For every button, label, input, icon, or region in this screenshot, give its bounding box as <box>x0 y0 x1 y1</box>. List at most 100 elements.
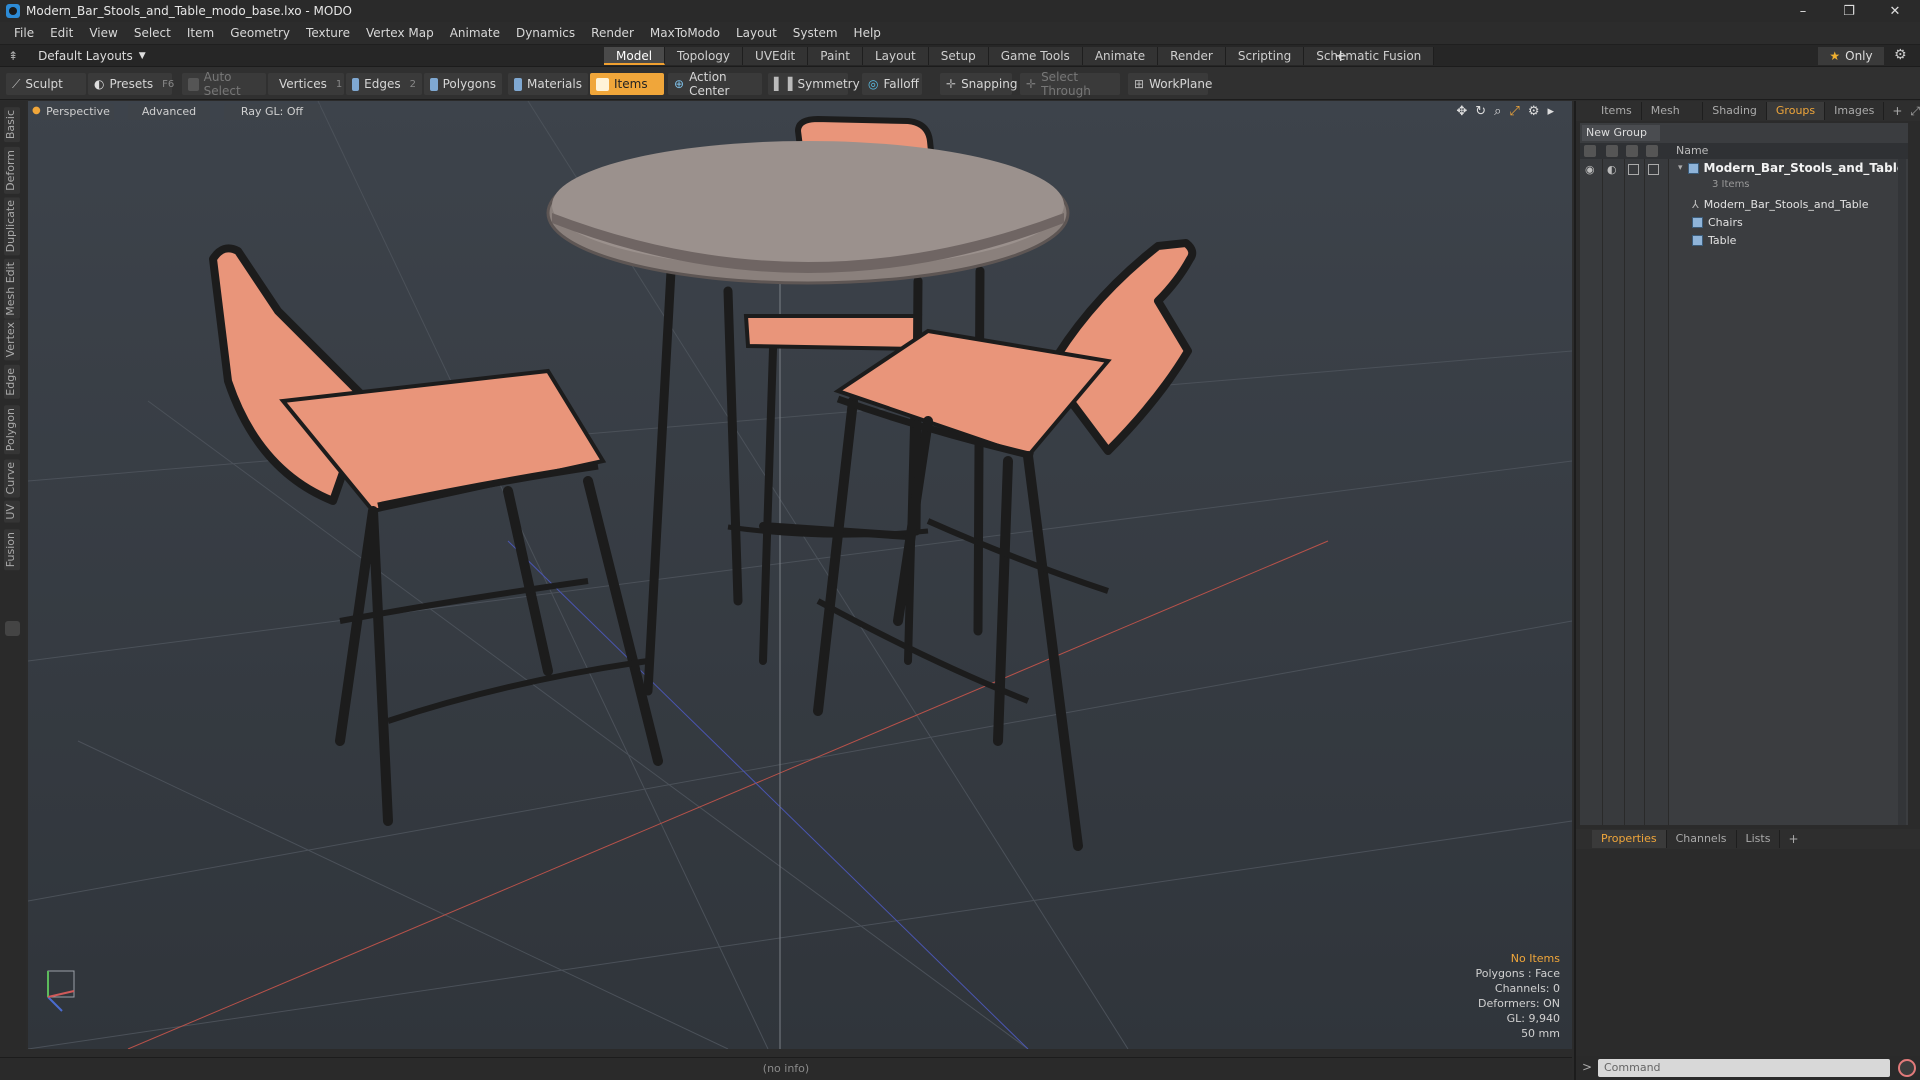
right-panel-tabs: Items Mesh ... Shading Groups Images + ⤢ <box>1576 101 1920 135</box>
tab-setup[interactable]: Setup <box>928 47 989 65</box>
tree-row-locator[interactable]: ⅄ Modern_Bar_Stools_and_Table <box>1692 195 1869 213</box>
tab-render[interactable]: Render <box>1158 47 1226 65</box>
chair-left[interactable] <box>209 244 663 826</box>
menu-texture[interactable]: Texture <box>298 26 358 40</box>
edges-icon <box>352 77 360 91</box>
tab-paint[interactable]: Paint <box>808 47 863 65</box>
materials-button[interactable]: Materials <box>508 73 588 95</box>
vtab-duplicate[interactable]: Duplicate <box>4 197 20 256</box>
menu-system[interactable]: System <box>785 26 846 40</box>
tab-shading[interactable]: Shading <box>1703 102 1767 120</box>
zoom-icon[interactable]: ⌕ <box>1494 104 1501 119</box>
add-panel-tab-button[interactable]: + <box>1892 104 1902 118</box>
tab-lists[interactable]: Lists <box>1737 830 1781 848</box>
collapse-icon[interactable]: ▾ <box>1678 163 1683 173</box>
viewport-3d[interactable]: ● Perspective Advanced Ray GL: Off ✥ ↻ ⌕… <box>28 101 1572 1049</box>
panel-toggle-button[interactable] <box>5 621 20 636</box>
vtab-deform[interactable]: Deform <box>4 147 20 194</box>
visibility-eye-icon[interactable]: ◉ <box>1585 163 1595 176</box>
advanced-button[interactable]: Advanced <box>128 104 210 120</box>
tab-layout[interactable]: Layout <box>862 47 929 65</box>
tab-groups[interactable]: Groups <box>1766 102 1826 120</box>
pan-icon[interactable]: ✥ <box>1456 104 1467 119</box>
vtab-curve[interactable]: Curve <box>4 459 20 498</box>
view-mode-button[interactable]: Perspective <box>42 104 114 120</box>
tab-properties[interactable]: Properties <box>1592 830 1667 848</box>
render-toggle-icon[interactable]: ◐ <box>1607 163 1617 176</box>
vtab-vertex[interactable]: Vertex <box>4 319 20 361</box>
groups-scrollbar[interactable] <box>1898 159 1906 825</box>
menu-dynamics[interactable]: Dynamics <box>508 26 583 40</box>
menu-item[interactable]: Item <box>179 26 222 40</box>
vtab-fusion[interactable]: Fusion <box>4 529 20 571</box>
add-properties-tab-button[interactable]: + <box>1788 832 1798 846</box>
symmetry-button[interactable]: ▌▐ Symmetry <box>768 73 860 95</box>
snapping-label: Snapping <box>961 77 1018 91</box>
tab-schematic-fusion[interactable]: Schematic Fusion <box>1304 47 1435 65</box>
tab-mesh[interactable]: Mesh ... <box>1642 102 1704 135</box>
tree-row-chairs[interactable]: Chairs <box>1692 213 1743 231</box>
menu-edit[interactable]: Edit <box>42 26 81 40</box>
menu-view[interactable]: View <box>81 26 125 40</box>
action-center-button[interactable]: ⊕ Action Center <box>668 70 762 98</box>
viewport-settings-icon[interactable]: ⚙ <box>1528 104 1540 119</box>
tab-items[interactable]: Items <box>1592 102 1642 120</box>
edges-button[interactable]: Edges 2 <box>346 73 422 95</box>
vtab-basic[interactable]: Basic <box>4 107 20 143</box>
vertices-button[interactable]: Vertices 1 <box>268 73 344 95</box>
minimize-button[interactable]: – <box>1780 0 1826 22</box>
raygl-button[interactable]: Ray GL: Off <box>224 104 320 120</box>
vtab-edge[interactable]: Edge <box>4 365 20 399</box>
tab-scripting[interactable]: Scripting <box>1225 47 1305 65</box>
vtab-polygon[interactable]: Polygon <box>4 405 20 455</box>
viewport-menu-dot[interactable]: ● <box>32 105 41 116</box>
layout-dropdown[interactable]: ⇞ Default Layouts ▼ <box>8 48 146 64</box>
menu-help[interactable]: Help <box>846 26 889 40</box>
auto-select-button[interactable]: Auto Select <box>182 70 266 98</box>
menu-select[interactable]: Select <box>126 26 179 40</box>
viewport-more-icon[interactable]: ▸ <box>1547 104 1554 119</box>
select-through-button[interactable]: ✛ Select Through <box>1020 70 1120 98</box>
tab-images[interactable]: Images <box>1825 102 1885 120</box>
workplane-button[interactable]: ⊞ WorkPlane <box>1128 73 1212 95</box>
restore-button[interactable]: ❐ <box>1826 0 1872 22</box>
vtab-mesh-edit[interactable]: Mesh Edit <box>4 259 20 319</box>
tree-row-table[interactable]: Table <box>1692 231 1736 249</box>
command-input[interactable]: Command <box>1598 1059 1890 1077</box>
tab-topology[interactable]: Topology <box>665 47 744 65</box>
menu-render[interactable]: Render <box>583 26 642 40</box>
menu-layout[interactable]: Layout <box>728 26 785 40</box>
polygons-button[interactable]: Polygons <box>424 73 502 95</box>
only-toggle[interactable]: ★ Only <box>1818 47 1884 65</box>
snapping-button[interactable]: ✛ Snapping <box>940 73 1017 95</box>
modo-logo-icon <box>6 4 20 18</box>
vtab-uv[interactable]: UV <box>4 501 20 523</box>
gear-icon[interactable]: ⚙ <box>1894 47 1907 63</box>
menu-file[interactable]: File <box>6 26 42 40</box>
sculpt-button[interactable]: ⟋ Sculpt <box>6 73 86 95</box>
tab-uvedit[interactable]: UVEdit <box>743 47 809 65</box>
menu-vertex-map[interactable]: Vertex Map <box>358 26 442 40</box>
falloff-button[interactable]: ◎ Falloff <box>862 73 922 95</box>
select-checkbox[interactable] <box>1648 164 1659 175</box>
fit-icon[interactable]: ⤢ <box>1509 104 1519 119</box>
menu-geometry[interactable]: Geometry <box>222 26 298 40</box>
close-button[interactable]: ✕ <box>1872 0 1918 22</box>
presets-shortcut: F6 <box>162 78 175 90</box>
items-button[interactable]: Items <box>590 73 664 95</box>
add-tab-button[interactable]: + <box>1334 46 1347 65</box>
tab-game-tools[interactable]: Game Tools <box>988 47 1083 65</box>
presets-button[interactable]: ◐ Presets F6 <box>88 73 175 95</box>
new-group-button[interactable]: New Group <box>1582 125 1660 141</box>
group-root-row[interactable]: ▾ Modern_Bar_Stools_and_Table <box>1678 159 1905 177</box>
menu-maxtomodo[interactable]: MaxToModo <box>642 26 728 40</box>
expand-icon[interactable]: ⤢ <box>1910 104 1920 119</box>
lock-checkbox[interactable] <box>1628 164 1639 175</box>
tab-model[interactable]: Model <box>604 47 666 65</box>
tab-channels[interactable]: Channels <box>1667 830 1737 848</box>
name-column-header[interactable]: Name <box>1676 144 1708 157</box>
rotate-icon[interactable]: ↻ <box>1475 104 1486 119</box>
command-history-button[interactable] <box>1898 1059 1916 1077</box>
menu-animate[interactable]: Animate <box>442 26 508 40</box>
tab-animate[interactable]: Animate <box>1082 47 1159 65</box>
